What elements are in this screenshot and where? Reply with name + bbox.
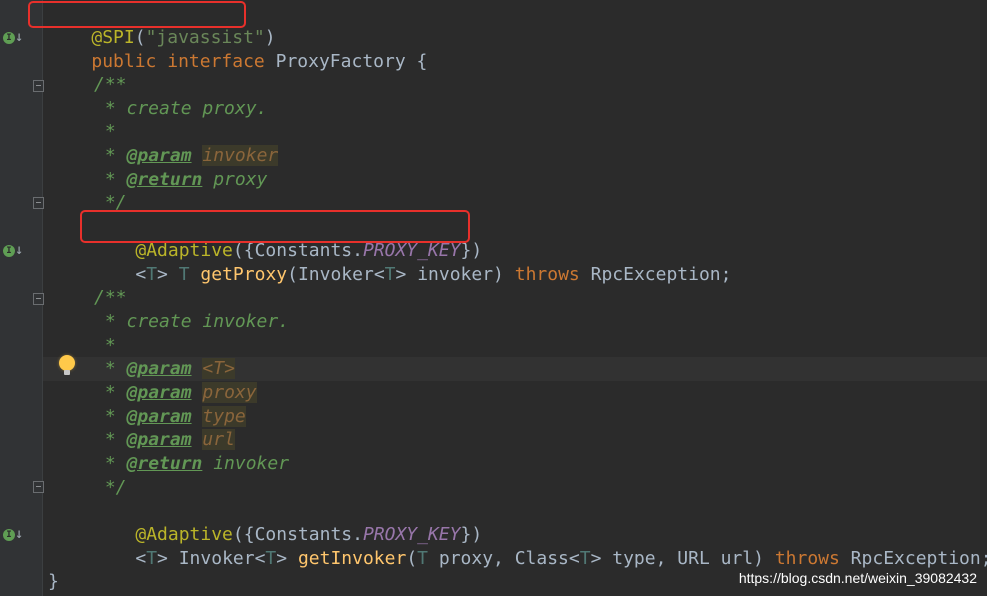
- param-ref: proxy: [202, 382, 257, 403]
- return-type: > Invoker<: [157, 548, 266, 569]
- comment-text: invoker: [202, 453, 290, 474]
- javadoc-tag: @param: [126, 382, 192, 403]
- arrow-down-icon: ↓: [15, 526, 24, 542]
- comment-text: /**: [94, 74, 127, 95]
- comment-text: * create proxy.: [94, 98, 268, 119]
- params: > type, URL url): [590, 548, 775, 569]
- highlight-box-spi: [28, 1, 246, 28]
- comment-text: proxy: [202, 169, 268, 190]
- gutter-line-2: I ↓: [0, 28, 42, 52]
- code-line-23[interactable]: <T> Invoker<T> getInvoker(T proxy, Class…: [92, 523, 987, 569]
- implemented-interface-icon[interactable]: I: [3, 529, 15, 541]
- comment-text: */: [94, 477, 127, 498]
- code-line-16[interactable]: * @param <T>: [94, 357, 235, 381]
- comment-text: * create invoker.: [94, 311, 290, 332]
- punct: >: [157, 264, 179, 285]
- code-line-2[interactable]: public interface ProxyFactory {: [48, 26, 427, 72]
- code-line-15[interactable]: *: [94, 334, 116, 358]
- comment-text: /**: [94, 287, 127, 308]
- code-line-17[interactable]: * @param proxy: [94, 381, 257, 405]
- javadoc-tag: @param: [126, 406, 192, 427]
- params: (Invoker<: [287, 264, 385, 285]
- type-param: T: [417, 548, 429, 569]
- highlight-box-adaptive: [80, 210, 470, 243]
- type-param: T: [265, 548, 277, 569]
- code-line-4[interactable]: /**: [94, 73, 127, 97]
- type-param: T: [146, 548, 158, 569]
- code-line-25[interactable]: }: [48, 570, 59, 594]
- fold-marker-icon[interactable]: [33, 481, 44, 493]
- lightbulb-icon[interactable]: [59, 355, 75, 375]
- fold-marker-icon[interactable]: [33, 197, 44, 209]
- keyword-throws: throws: [774, 548, 840, 569]
- punct: <: [135, 264, 147, 285]
- comment-text: *: [94, 335, 116, 356]
- comment-text: *: [94, 358, 127, 379]
- exception: RpcException;: [839, 548, 987, 569]
- code-line-5[interactable]: * create proxy.: [94, 97, 268, 121]
- fold-marker-icon[interactable]: [33, 80, 44, 92]
- comment-text: *: [94, 429, 127, 450]
- gutter-line-23: I ↓: [0, 525, 42, 549]
- code-line-19[interactable]: * @param url: [94, 428, 235, 452]
- exception: RpcException;: [579, 264, 732, 285]
- arrow-down-icon: ↓: [15, 242, 24, 258]
- params: proxy, Class<: [428, 548, 580, 569]
- keyword-interface: interface: [167, 51, 265, 72]
- editor-gutter: I ↓ I ↓ I ↓: [0, 0, 44, 596]
- code-line-8[interactable]: * @return proxy: [94, 168, 268, 192]
- javadoc-tag: @param: [126, 429, 192, 450]
- code-line-21[interactable]: */: [94, 476, 127, 500]
- method-getproxy: getProxy: [200, 264, 288, 285]
- code-line-6[interactable]: *: [94, 120, 116, 144]
- type-param: T: [579, 548, 591, 569]
- gutter-line-11: I ↓: [0, 241, 42, 265]
- javadoc-tag: @param: [126, 358, 192, 379]
- type-param: T: [384, 264, 396, 285]
- type-param: T: [178, 264, 190, 285]
- param-ref: <T>: [202, 358, 235, 379]
- code-line-18[interactable]: * @param type: [94, 405, 246, 429]
- code-line-22[interactable]: @Adaptive({Constants.PROXY_KEY}): [92, 499, 482, 545]
- comment-text: *: [94, 406, 127, 427]
- implemented-interface-icon[interactable]: I: [3, 245, 15, 257]
- watermark: https://blog.csdn.net/weixin_39082432: [738, 570, 977, 586]
- javadoc-tag: @return: [126, 453, 203, 474]
- interface-name: ProxyFactory {: [264, 51, 428, 72]
- method-getinvoker: getInvoker: [297, 548, 407, 569]
- javadoc-tag: @param: [126, 145, 192, 166]
- param-ref: url: [202, 429, 235, 450]
- code-line-14[interactable]: * create invoker.: [94, 310, 289, 334]
- keyword-public: public: [91, 51, 157, 72]
- fold-marker-icon[interactable]: [33, 293, 44, 305]
- comment-text: *: [94, 382, 127, 403]
- comment-text: *: [94, 453, 127, 474]
- params: (: [406, 548, 418, 569]
- comment-text: *: [94, 145, 127, 166]
- closing-brace: }: [48, 571, 59, 592]
- punct: <: [135, 548, 147, 569]
- punct: >: [276, 548, 298, 569]
- comment-text: *: [94, 121, 116, 142]
- arrow-down-icon: ↓: [15, 29, 24, 45]
- implemented-interface-icon[interactable]: I: [3, 32, 15, 44]
- code-editor[interactable]: I ↓ I ↓ I ↓ @SPI("javassist") public int…: [0, 0, 987, 596]
- param-ref: type: [202, 406, 246, 427]
- comment-text: *: [94, 169, 127, 190]
- type-param: T: [146, 264, 158, 285]
- code-line-13[interactable]: /**: [94, 286, 127, 310]
- code-line-7[interactable]: * @param invoker: [94, 144, 279, 168]
- javadoc-tag: @return: [126, 169, 203, 190]
- params: > invoker): [395, 264, 515, 285]
- code-line-20[interactable]: * @return invoker: [94, 452, 289, 476]
- param-ref: invoker: [202, 145, 279, 166]
- keyword-throws: throws: [514, 264, 580, 285]
